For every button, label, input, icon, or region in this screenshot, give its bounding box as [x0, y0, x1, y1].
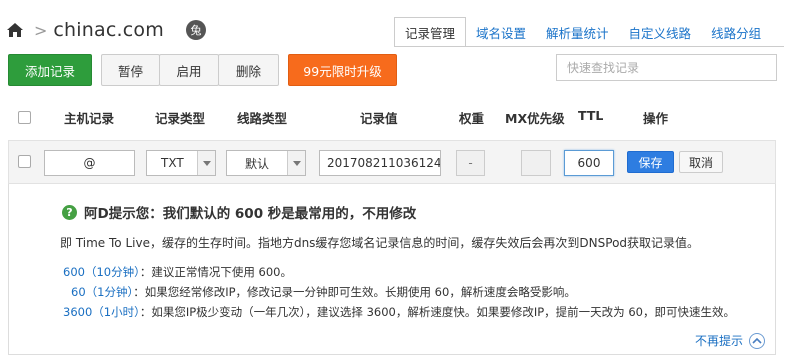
- select-all-checkbox[interactable]: [18, 111, 31, 124]
- ttl-option-600: 600（10分钟）：建议正常情况下使用 600。: [63, 264, 292, 280]
- quick-search-input[interactable]: [556, 54, 777, 81]
- dismiss-tip-label[interactable]: 不再提示: [695, 332, 743, 349]
- add-record-button[interactable]: 添加记录: [8, 54, 92, 86]
- tip-description: 即 Time To Live，缓存的生存时间。指地方dns缓存您域名记录信息的时…: [60, 236, 700, 250]
- host-input[interactable]: @: [44, 150, 135, 176]
- upgrade-button[interactable]: 99元限时升级: [288, 54, 397, 86]
- ttl-option-key[interactable]: 600（10分钟）: [63, 265, 140, 279]
- col-action: 操作: [643, 111, 669, 126]
- tab-bar: 记录管理 域名设置 解析量统计 自定义线路 线路分组: [394, 17, 771, 47]
- tab-record-management[interactable]: 记录管理: [394, 17, 467, 47]
- ttl-option-text: ：如果您经常修改IP，修改记录一分钟即可生效。长期使用 60，解析速度会略受影响…: [133, 285, 576, 299]
- ttl-input[interactable]: 600: [564, 150, 614, 176]
- record-type-value: TXT: [161, 156, 184, 170]
- ttl-option-key[interactable]: 3600（1小时）: [63, 305, 140, 319]
- tab-resolution-stats[interactable]: 解析量统计: [536, 17, 619, 47]
- line-type-select[interactable]: 默认: [226, 150, 306, 176]
- breadcrumb: > chinac.com 兔: [6, 14, 206, 46]
- breadcrumb-separator: >: [34, 20, 48, 40]
- ttl-tip-panel: ? 阿D提示您：我们默认的 600 秒是最常用的，不用修改 即 Time To …: [8, 184, 776, 355]
- col-mx: MX优先级: [505, 111, 565, 126]
- col-host: 主机记录: [64, 111, 115, 126]
- cancel-button[interactable]: 取消: [679, 151, 723, 173]
- question-icon: ?: [62, 204, 77, 220]
- line-type-value: 默认: [245, 156, 270, 171]
- dns-record-page: > chinac.com 兔 记录管理 域名设置 解析量统计 自定义线路 线路分…: [0, 0, 792, 355]
- dismiss-tip[interactable]: 不再提示: [695, 332, 765, 349]
- chevron-down-icon: [287, 151, 305, 175]
- pause-button[interactable]: 暂停: [101, 54, 160, 86]
- chevron-up-icon[interactable]: [749, 332, 765, 349]
- enable-button[interactable]: 启用: [159, 54, 219, 86]
- ttl-option-60: 60（1分钟）：如果您经常修改IP，修改记录一分钟即可生效。长期使用 60，解析…: [71, 284, 576, 300]
- col-weight: 权重: [459, 111, 485, 126]
- domain-name: chinac.com: [53, 19, 164, 41]
- save-button[interactable]: 保存: [627, 151, 674, 173]
- record-value-input[interactable]: 20170821103612​4ws: [319, 150, 441, 176]
- col-value: 记录值: [360, 111, 398, 126]
- delete-button[interactable]: 删除: [218, 54, 279, 86]
- home-icon[interactable]: [6, 21, 24, 39]
- tab-line-groups[interactable]: 线路分组: [701, 17, 771, 47]
- ttl-option-key[interactable]: 60（1分钟）: [71, 285, 133, 299]
- rabbit-icon: 兔: [185, 20, 206, 40]
- ttl-option-text: ：如果您IP极少变动（一年几次），建议选择 3600，解析速度快。如果要修改IP…: [139, 305, 735, 319]
- col-type: 记录类型: [155, 111, 206, 126]
- ttl-option-text: ：建议正常情况下使用 600。: [139, 265, 292, 279]
- tip-title: ? 阿D提示您：我们默认的 600 秒是最常用的，不用修改: [62, 202, 416, 222]
- tab-custom-lines[interactable]: 自定义线路: [619, 17, 702, 47]
- ttl-option-3600: 3600（1小时）：如果您IP极少变动（一年几次），建议选择 3600，解析速度…: [63, 304, 735, 320]
- weight-input: -: [456, 150, 485, 176]
- col-line: 线路类型: [237, 111, 288, 126]
- record-type-select[interactable]: TXT: [146, 150, 216, 176]
- tip-title-text: 阿D提示您：我们默认的 600 秒是最常用的，不用修改: [84, 206, 417, 222]
- tab-domain-settings[interactable]: 域名设置: [466, 17, 536, 47]
- col-ttl: TTL: [578, 108, 604, 123]
- mx-priority-input: [521, 150, 551, 176]
- row-checkbox[interactable]: [18, 155, 31, 168]
- chevron-down-icon: [197, 151, 215, 175]
- tab-divider: [394, 46, 784, 47]
